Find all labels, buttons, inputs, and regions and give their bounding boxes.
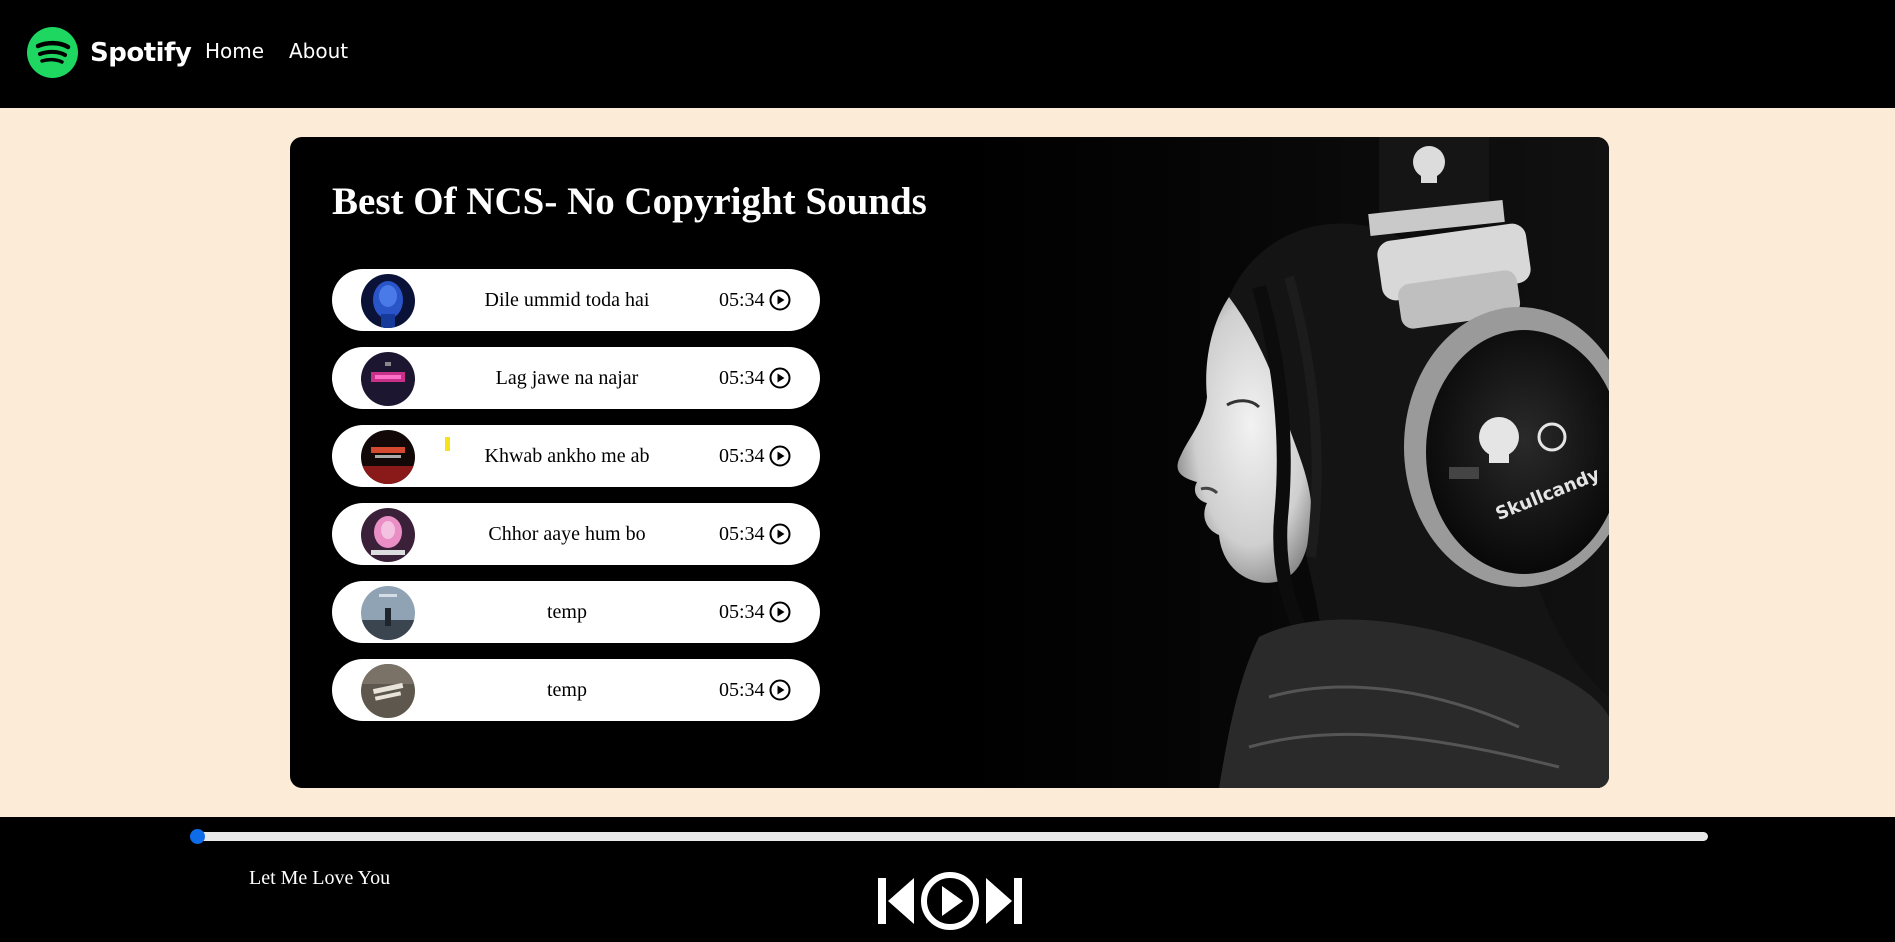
- song-item[interactable]: Lag jawe na najar 05:34: [332, 347, 820, 409]
- now-playing-title: Let Me Love You: [249, 867, 391, 889]
- spotify-logo-icon: [27, 27, 78, 78]
- song-cover: [361, 664, 415, 718]
- play-icon[interactable]: [919, 871, 981, 931]
- play-circle-icon[interactable]: [769, 289, 791, 311]
- next-icon[interactable]: [984, 876, 1024, 926]
- playlist-container: Skullcandy Best Of NCS- No Copyright Sou…: [290, 137, 1609, 788]
- song-cover: [361, 352, 415, 406]
- hero-image: Skullcandy: [959, 137, 1609, 788]
- song-duration: 05:34: [719, 289, 765, 311]
- brand-name: Spotify: [90, 37, 192, 68]
- song-duration: 05:34: [719, 523, 765, 545]
- nav-about-link[interactable]: About: [289, 39, 348, 63]
- song-cover: [361, 586, 415, 640]
- play-circle-icon[interactable]: [769, 601, 791, 623]
- song-item[interactable]: temp 05:34: [332, 581, 820, 643]
- song-item[interactable]: Chhor aaye hum bo 05:34: [332, 503, 820, 565]
- song-cover: [361, 508, 415, 562]
- song-duration: 05:34: [719, 679, 765, 701]
- song-name: Lag jawe na najar: [495, 367, 639, 389]
- song-item[interactable]: Khwab ankho me ab 05:34: [332, 425, 820, 487]
- song-cover: [361, 430, 415, 484]
- progress-thumb[interactable]: [190, 829, 205, 844]
- playlist-title: Best Of NCS- No Copyright Sounds: [332, 180, 927, 223]
- play-circle-icon[interactable]: [769, 445, 791, 467]
- brand-link[interactable]: Spotify: [27, 27, 192, 78]
- song-name: temp: [547, 601, 587, 623]
- song-cover: [361, 274, 415, 328]
- song-item[interactable]: Dile ummid toda hai 05:34: [332, 269, 820, 331]
- nav-home-link[interactable]: Home: [205, 39, 264, 63]
- progress-slider[interactable]: [190, 829, 1708, 844]
- player-bar: Let Me Love You: [0, 817, 1895, 942]
- song-duration: 05:34: [719, 601, 765, 623]
- song-duration: 05:34: [719, 367, 765, 389]
- play-circle-icon[interactable]: [769, 679, 791, 701]
- song-name: Dile ummid toda hai: [484, 289, 650, 311]
- song-item[interactable]: temp 05:34: [332, 659, 820, 721]
- navbar: Spotify Home About: [0, 0, 1895, 108]
- playback-controls: [876, 871, 1024, 931]
- song-duration: 05:34: [719, 445, 765, 467]
- play-circle-icon[interactable]: [769, 523, 791, 545]
- song-name: Chhor aaye hum bo: [488, 523, 646, 545]
- song-name: Khwab ankho me ab: [484, 445, 650, 467]
- previous-icon[interactable]: [876, 876, 916, 926]
- progress-track: [193, 832, 1708, 841]
- song-name: temp: [547, 679, 587, 701]
- play-circle-icon[interactable]: [769, 367, 791, 389]
